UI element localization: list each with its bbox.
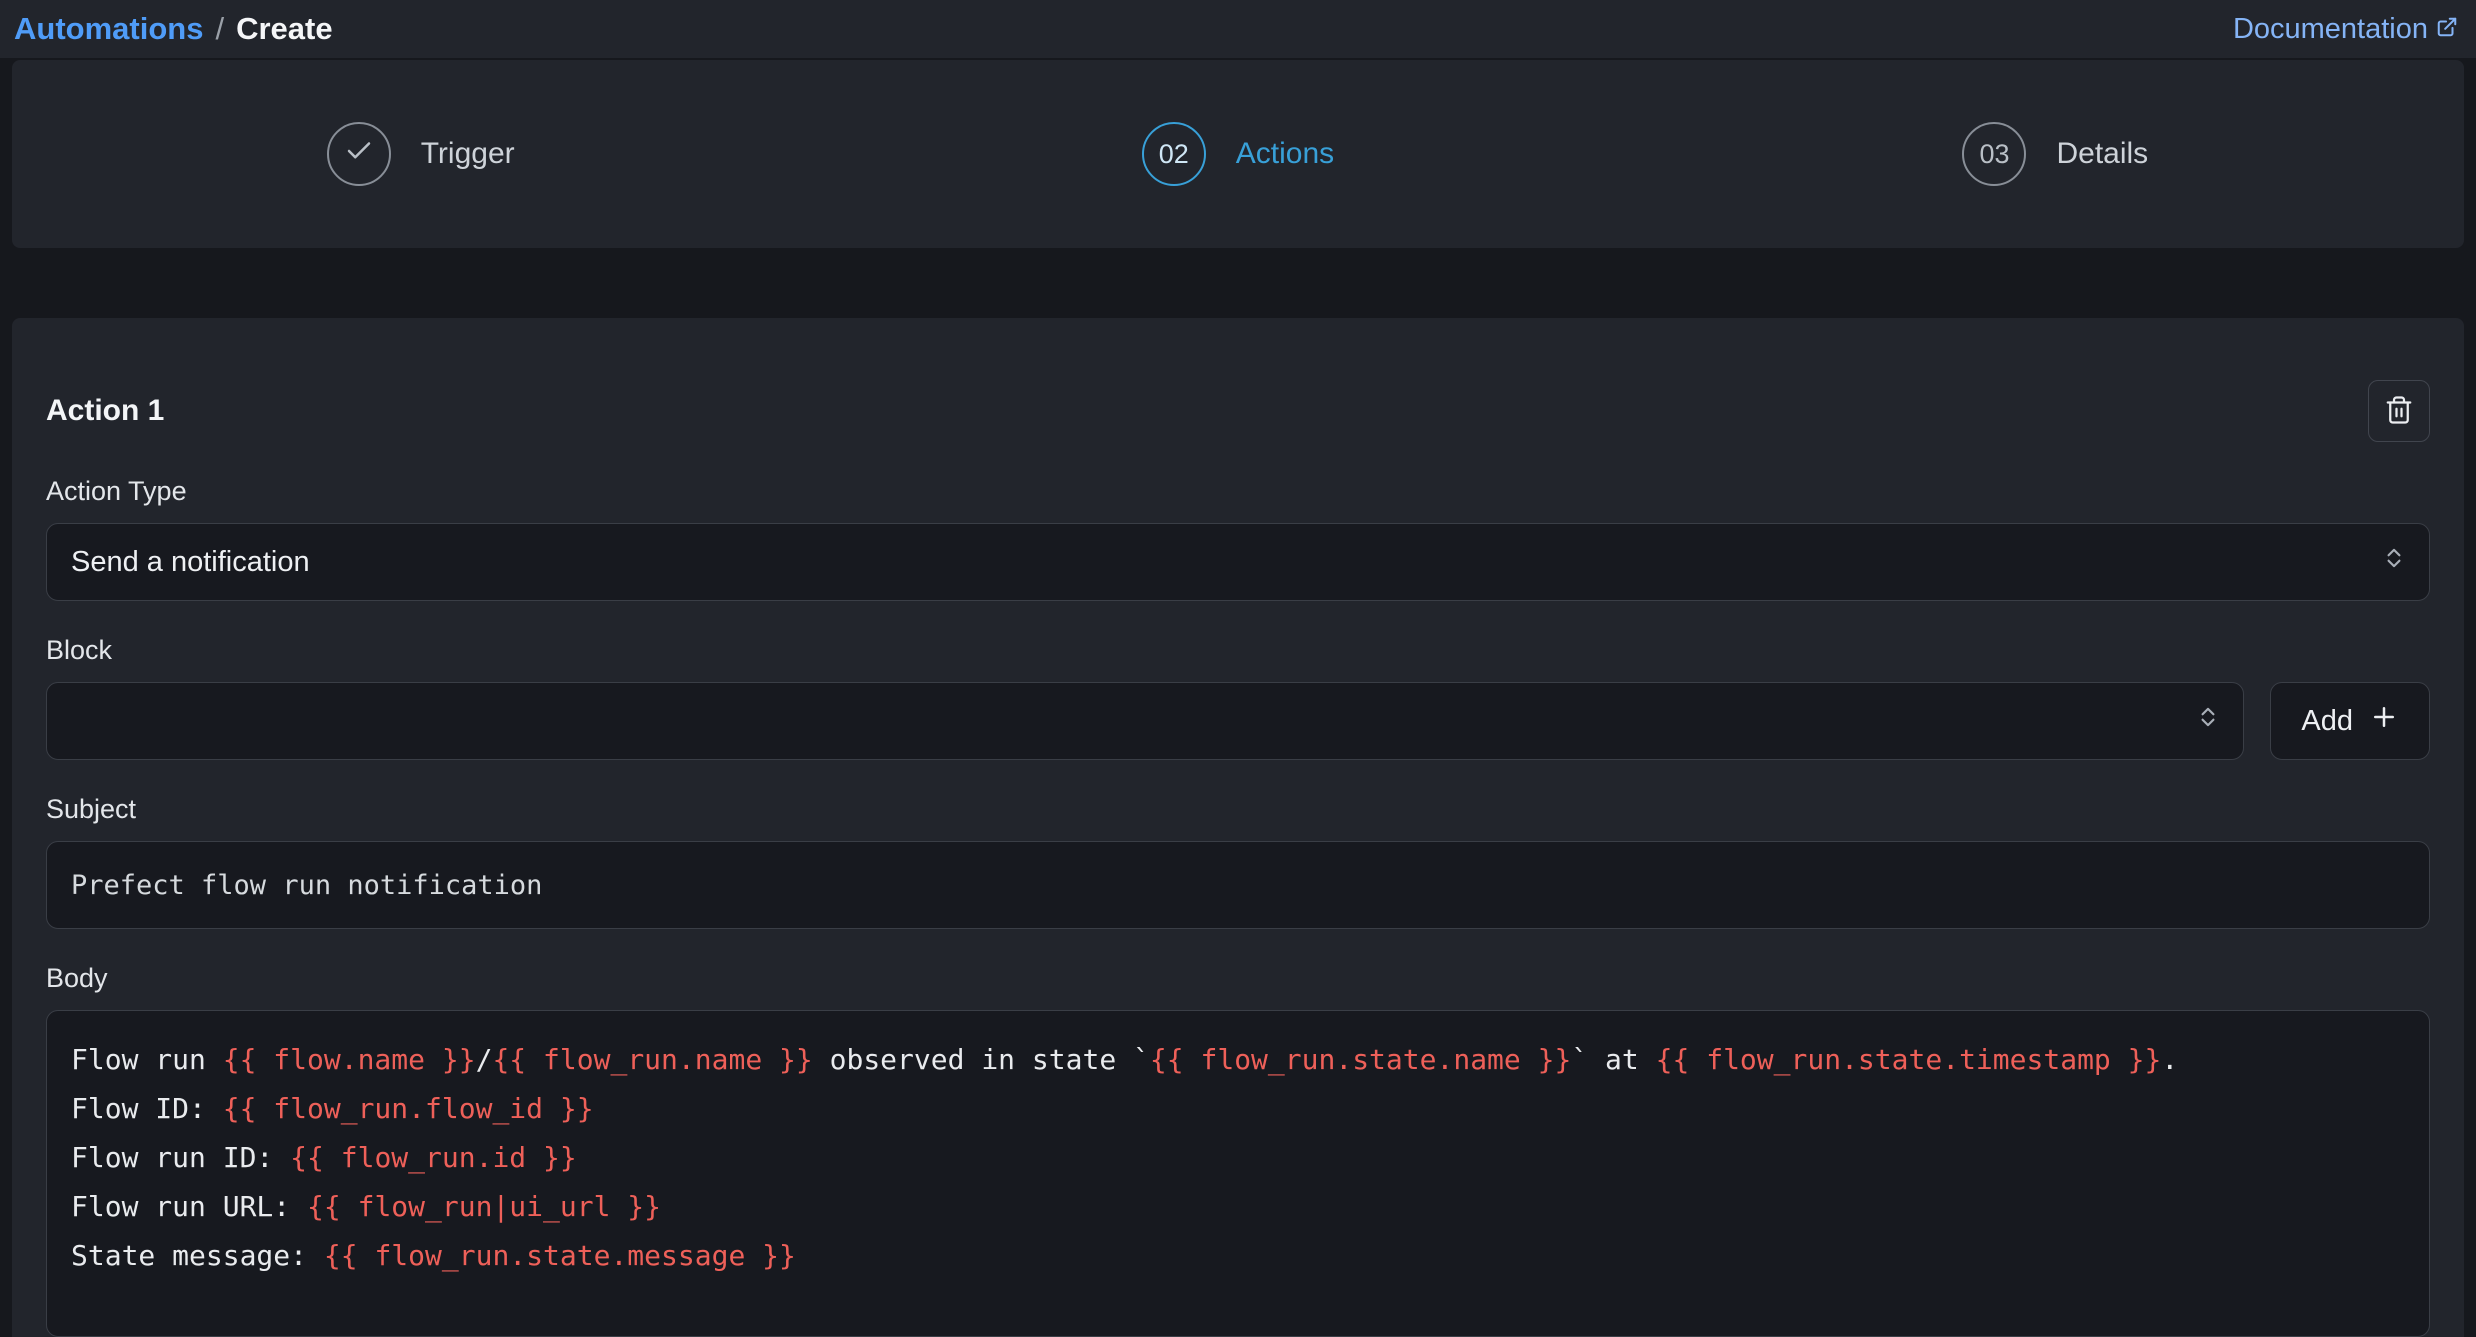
block-row: Add	[46, 682, 2430, 760]
delete-action-button[interactable]	[2368, 380, 2430, 442]
body-label: Body	[46, 963, 108, 993]
body-editor[interactable]: Flow run {{ flow.name }}/{{ flow_run.nam…	[46, 1010, 2430, 1337]
step-actions-indicator: 02	[1141, 122, 1206, 186]
step-actions-label: Actions	[1235, 137, 1335, 170]
step-details[interactable]: 03 Details	[1647, 122, 2464, 186]
top-bar: Automations / Create Documentation	[0, 0, 2476, 58]
action-type-select[interactable]: Send a notification	[46, 523, 2430, 601]
block-label: Block	[46, 635, 113, 665]
documentation-link-label: Documentation	[2232, 12, 2428, 45]
subject-input[interactable]	[46, 841, 2430, 929]
action-type-label: Action Type	[46, 476, 187, 506]
action-card: Action 1 Action Type Send a notification…	[12, 318, 2464, 1337]
plus-icon	[2369, 702, 2399, 740]
step-actions-number: 02	[1158, 138, 1189, 169]
step-trigger-indicator	[326, 122, 391, 186]
add-block-button-label: Add	[2301, 704, 2353, 737]
step-trigger-label: Trigger	[420, 137, 515, 170]
breadcrumb-current-page: Create	[236, 11, 333, 46]
step-actions[interactable]: 02 Actions	[829, 122, 1646, 186]
step-details-indicator: 03	[1962, 122, 2027, 186]
breadcrumb: Automations / Create	[14, 11, 333, 47]
chevron-updown-icon	[2195, 704, 2221, 738]
external-link-icon	[2436, 13, 2458, 46]
action-title: Action 1	[46, 394, 165, 427]
chevron-updown-icon	[2381, 545, 2407, 579]
step-details-number: 03	[1979, 138, 2010, 169]
action-type-value: Send a notification	[71, 545, 310, 578]
step-trigger[interactable]: Trigger	[12, 122, 829, 186]
action-card-header: Action 1	[46, 380, 2430, 442]
breadcrumb-automations-link[interactable]: Automations	[14, 11, 203, 47]
documentation-link[interactable]: Documentation	[2233, 13, 2458, 46]
stepper: Trigger 02 Actions 03 Details	[12, 60, 2464, 248]
step-details-label: Details	[2056, 137, 2149, 170]
add-block-button[interactable]: Add	[2270, 682, 2430, 760]
trash-icon	[2384, 395, 2414, 428]
breadcrumb-separator: /	[215, 11, 225, 46]
block-select[interactable]	[46, 682, 2245, 760]
check-icon	[344, 136, 374, 173]
subject-label: Subject	[46, 794, 137, 824]
